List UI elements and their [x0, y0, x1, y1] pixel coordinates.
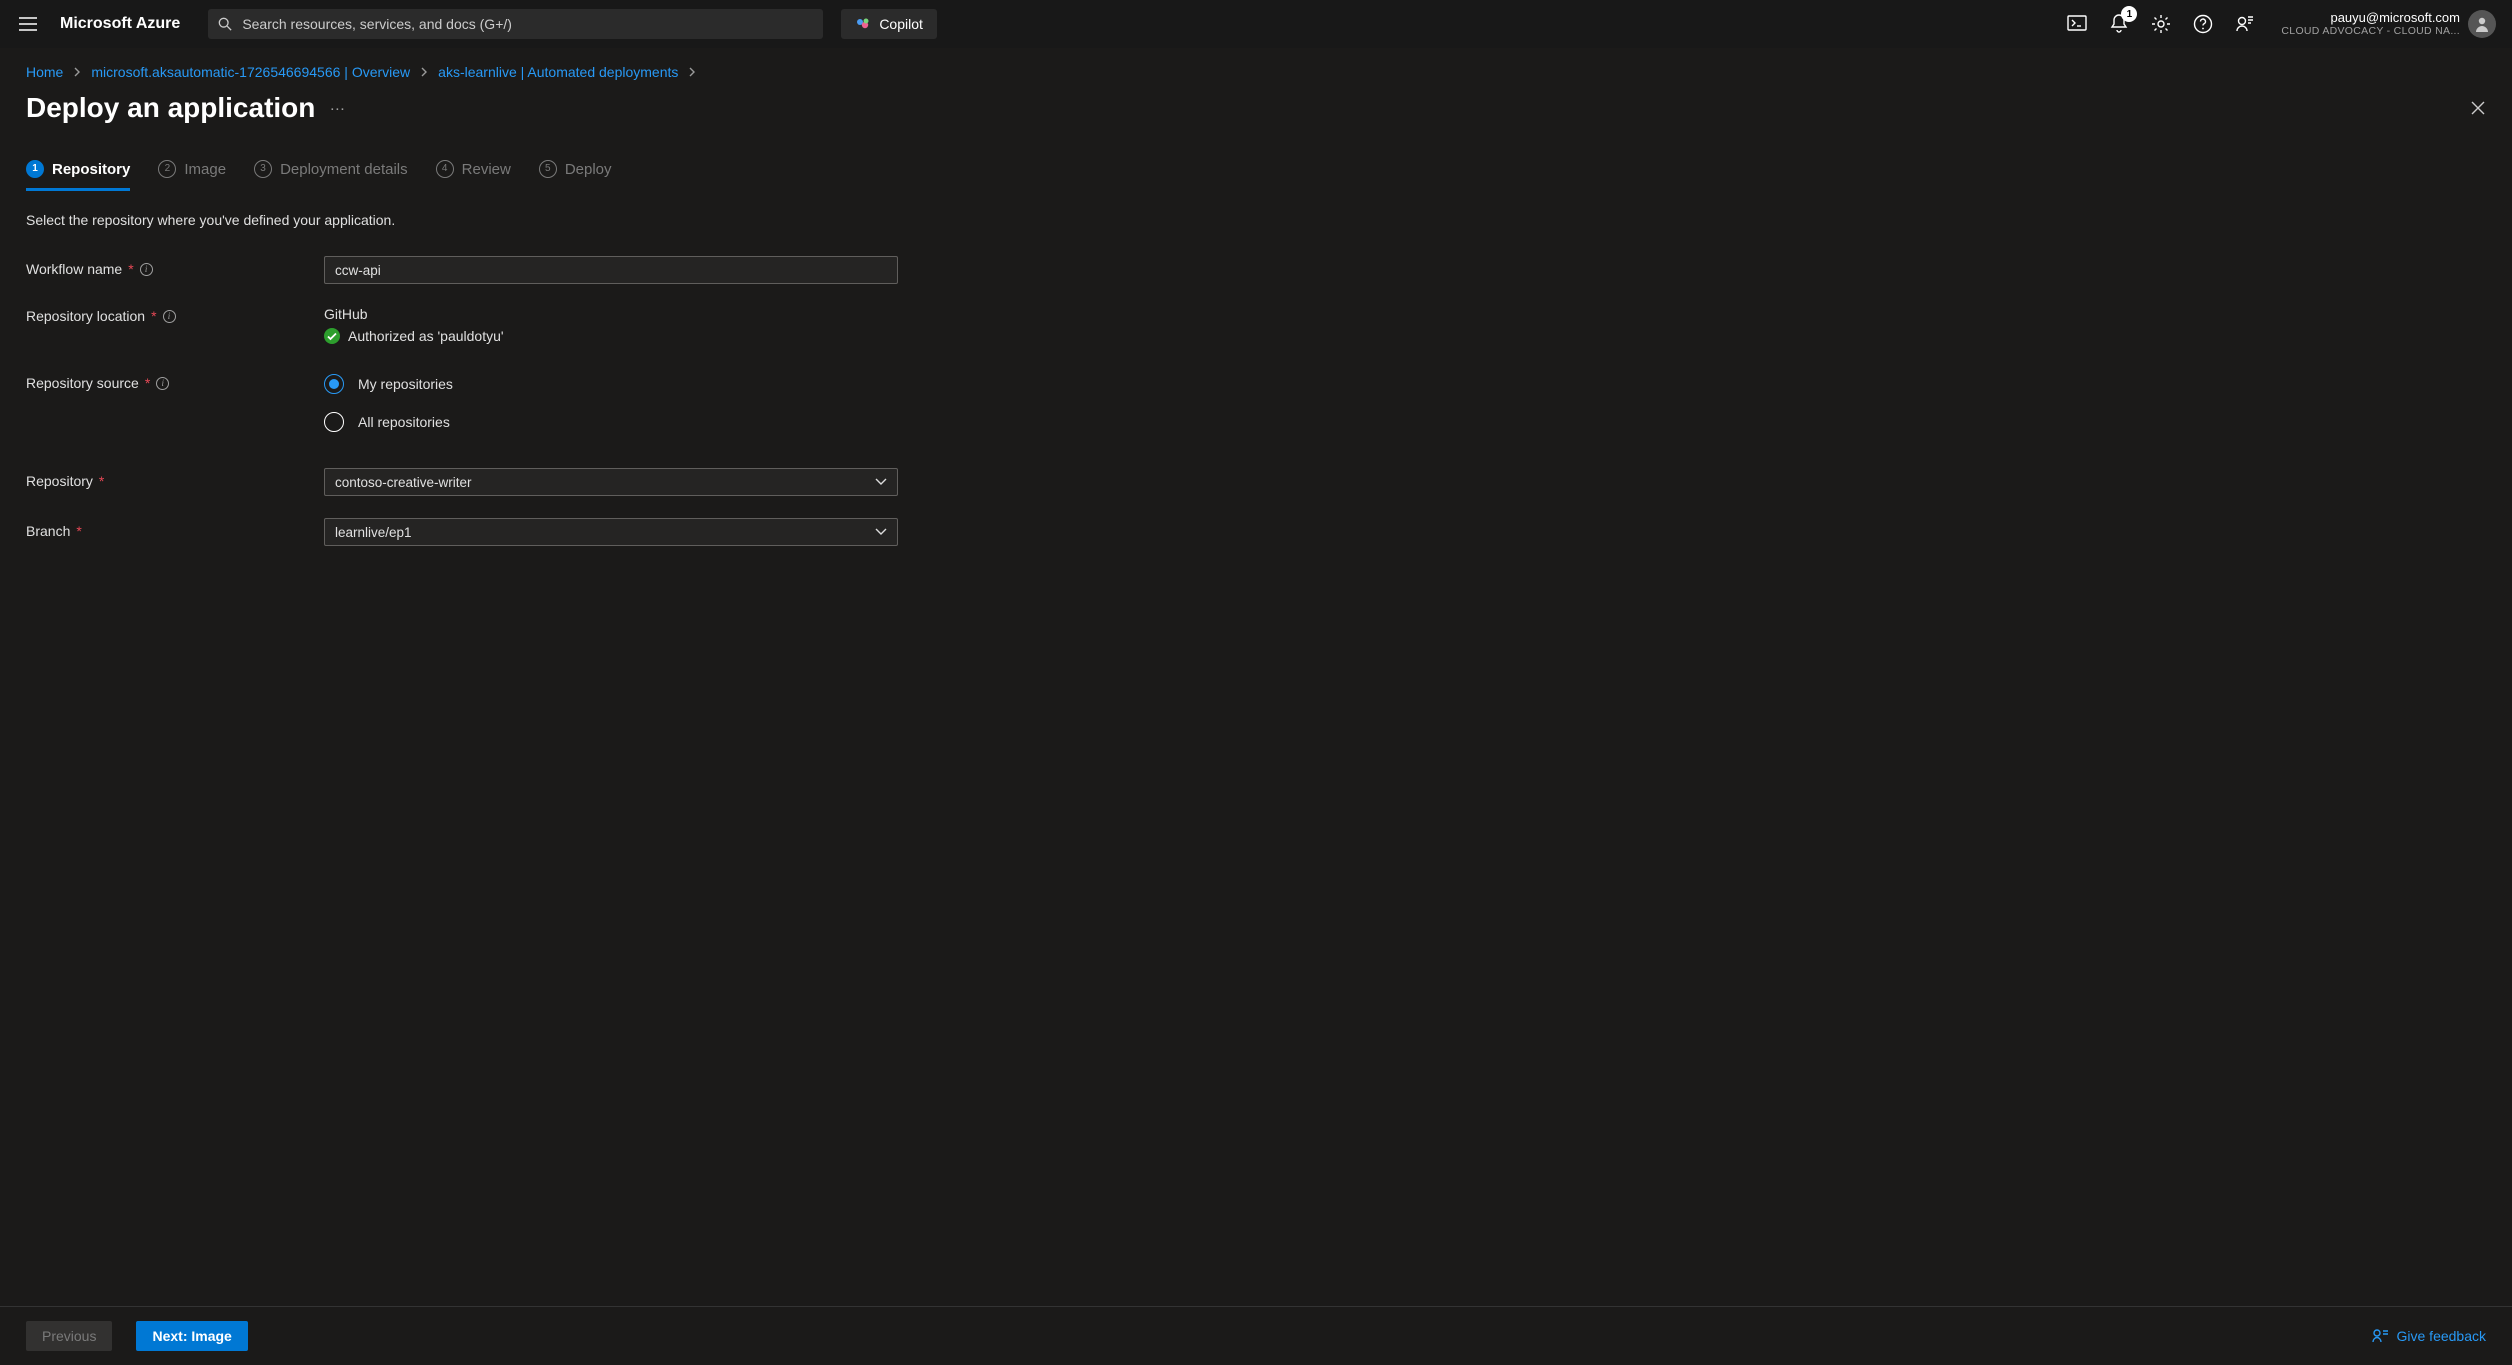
search-input[interactable] — [240, 15, 813, 33]
brand-label[interactable]: Microsoft Azure — [56, 15, 192, 33]
search-box[interactable] — [208, 9, 823, 39]
repo-location-auth-text: Authorized as 'pauldotyu' — [348, 328, 504, 344]
radio-circle-icon — [324, 374, 344, 394]
feedback-top-icon[interactable] — [2233, 12, 2257, 36]
repo-location-provider: GitHub — [324, 306, 898, 322]
step-deploy[interactable]: 5 Deploy — [539, 160, 612, 191]
step-label: Deployment details — [280, 161, 408, 178]
next-button[interactable]: Next: Image — [136, 1321, 247, 1351]
step-label: Review — [462, 161, 511, 178]
step-label: Image — [184, 161, 226, 178]
step-number: 2 — [158, 160, 176, 178]
step-image[interactable]: 2 Image — [158, 160, 226, 191]
wizard-footer: Previous Next: Image Give feedback — [0, 1306, 2512, 1365]
repository-value: contoso-creative-writer — [335, 475, 472, 490]
section-description: Select the repository where you've defin… — [26, 212, 2486, 228]
chevron-right-icon — [688, 67, 696, 77]
feedback-icon — [2371, 1327, 2389, 1345]
step-number: 4 — [436, 160, 454, 178]
notifications-icon[interactable]: 1 — [2107, 12, 2131, 36]
info-icon[interactable]: i — [140, 263, 153, 276]
info-icon[interactable]: i — [156, 377, 169, 390]
copilot-icon — [855, 16, 871, 32]
radio-all-repositories[interactable]: All repositories — [324, 412, 898, 432]
copilot-label: Copilot — [879, 16, 923, 32]
step-repository[interactable]: 1 Repository — [26, 160, 130, 191]
more-actions-icon[interactable]: … — [329, 98, 346, 118]
notifications-badge: 1 — [2121, 6, 2137, 22]
chevron-down-icon — [875, 528, 887, 536]
search-icon — [218, 17, 232, 31]
help-icon[interactable] — [2191, 12, 2215, 36]
breadcrumb-feature[interactable]: aks-learnlive | Automated deployments — [438, 64, 678, 80]
required-asterisk: * — [151, 308, 156, 324]
wizard-steps: 1 Repository 2 Image 3 Deployment detail… — [26, 160, 2486, 192]
required-asterisk: * — [99, 473, 104, 489]
branch-label: Branch — [26, 523, 70, 539]
chevron-right-icon — [420, 67, 428, 77]
hamburger-menu[interactable] — [8, 4, 48, 44]
step-number: 3 — [254, 160, 272, 178]
branch-select[interactable]: learnlive/ep1 — [324, 518, 898, 546]
step-label: Repository — [52, 161, 130, 178]
required-asterisk: * — [128, 261, 133, 277]
copilot-button[interactable]: Copilot — [841, 9, 937, 39]
step-deployment-details[interactable]: 3 Deployment details — [254, 160, 408, 191]
breadcrumb-home[interactable]: Home — [26, 64, 63, 80]
radio-label: All repositories — [358, 414, 450, 430]
chevron-right-icon — [73, 67, 81, 77]
account-text: pauyu@microsoft.com CLOUD ADVOCACY - CLO… — [2281, 11, 2460, 38]
chevron-down-icon — [875, 478, 887, 486]
workflow-name-label: Workflow name — [26, 261, 122, 277]
account-menu[interactable]: pauyu@microsoft.com CLOUD ADVOCACY - CLO… — [2275, 10, 2496, 38]
repo-source-label: Repository source — [26, 375, 139, 391]
breadcrumb: Home microsoft.aksautomatic-172654669456… — [26, 64, 2486, 80]
radio-circle-icon — [324, 412, 344, 432]
repository-select[interactable]: contoso-creative-writer — [324, 468, 898, 496]
step-number: 1 — [26, 160, 44, 178]
give-feedback-label: Give feedback — [2397, 1328, 2487, 1344]
step-number: 5 — [539, 160, 557, 178]
branch-value: learnlive/ep1 — [335, 525, 412, 540]
repository-label: Repository — [26, 473, 93, 489]
info-icon[interactable]: i — [163, 310, 176, 323]
give-feedback-link[interactable]: Give feedback — [2371, 1327, 2487, 1345]
required-asterisk: * — [76, 523, 81, 539]
cloud-shell-icon[interactable] — [2065, 12, 2089, 36]
workflow-name-input[interactable] — [324, 256, 898, 284]
success-check-icon — [324, 328, 340, 344]
breadcrumb-resource[interactable]: microsoft.aksautomatic-1726546694566 | O… — [91, 64, 410, 80]
topbar-icons: 1 pauyu@microsoft.com CLOUD ADVOCACY - C… — [2065, 10, 2504, 38]
step-review[interactable]: 4 Review — [436, 160, 511, 191]
step-label: Deploy — [565, 161, 612, 178]
radio-my-repositories[interactable]: My repositories — [324, 374, 898, 394]
page-title: Deploy an application — [26, 92, 315, 124]
settings-icon[interactable] — [2149, 12, 2173, 36]
avatar — [2468, 10, 2496, 38]
required-asterisk: * — [145, 375, 150, 391]
radio-label: My repositories — [358, 376, 453, 392]
topbar: Microsoft Azure Copilot — [0, 0, 2512, 48]
search-wrap — [208, 9, 823, 39]
account-email: pauyu@microsoft.com — [2281, 11, 2460, 26]
account-tenant: CLOUD ADVOCACY - CLOUD NA... — [2281, 25, 2460, 37]
close-icon[interactable] — [2470, 100, 2486, 116]
previous-button: Previous — [26, 1321, 112, 1351]
repo-location-label: Repository location — [26, 308, 145, 324]
